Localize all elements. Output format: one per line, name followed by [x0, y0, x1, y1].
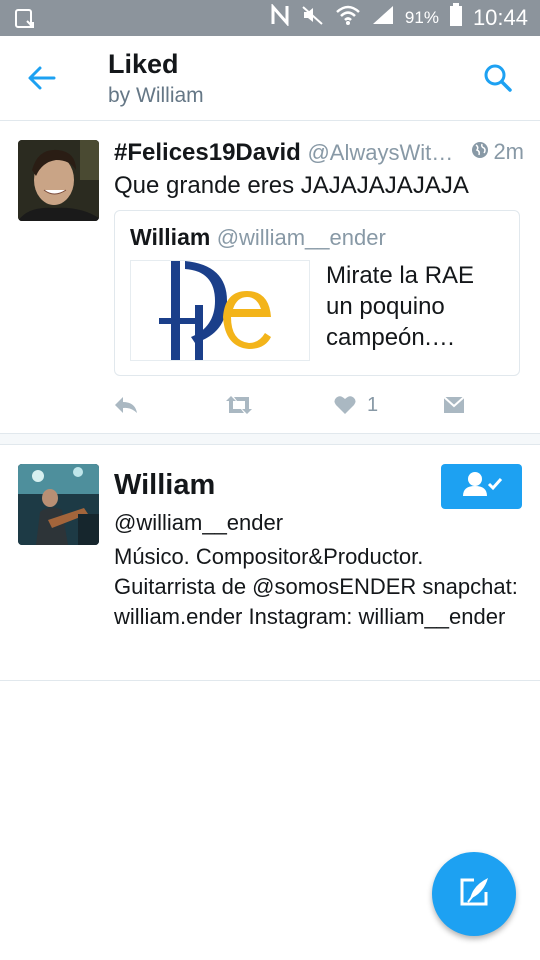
quoted-tweet-image[interactable] [130, 260, 310, 361]
download-notification-icon [14, 8, 36, 35]
status-bar: 91% 10:44 [0, 0, 540, 36]
section-divider [0, 434, 540, 445]
signal-icon [371, 4, 395, 32]
mute-icon [301, 4, 325, 32]
following-button[interactable] [441, 464, 522, 509]
tweet-author-name[interactable]: #Felices19David [114, 139, 301, 166]
user-name[interactable]: William [114, 469, 215, 502]
tweet-header: #Felices19David @AlwaysWit… 2m [114, 139, 524, 167]
nfc-icon [269, 3, 291, 32]
reply-icon[interactable] [113, 393, 139, 422]
tweet-actions [0, 393, 540, 423]
like-count: 1 [367, 394, 379, 416]
search-icon[interactable] [483, 63, 513, 98]
tweet-text: Que grande eres JAJAJAJAJAJA [114, 172, 469, 199]
wifi-icon [335, 4, 361, 32]
page-title: Liked [108, 49, 179, 79]
user-avatar[interactable] [18, 464, 99, 545]
person-check-icon [461, 470, 503, 503]
quoted-tweet-header: William @william__ender [130, 224, 386, 251]
tweet-avatar[interactable] [18, 140, 99, 221]
quoted-author-handle: @william__ender [216, 225, 386, 250]
user-card[interactable]: William @william__ender Músico. Composit… [0, 445, 540, 681]
globe-icon [471, 139, 489, 165]
quoted-tweet-text: Mirate la RAE un poquino campeón.… [326, 262, 475, 351]
compose-quill-icon [456, 874, 492, 915]
page-subtitle: by William [108, 84, 204, 107]
user-handle[interactable]: @william__ender [114, 510, 283, 536]
compose-tweet-button[interactable] [432, 852, 516, 936]
app-bar: Liked by William [0, 36, 540, 121]
battery-icon [449, 3, 463, 33]
tweet-author-handle[interactable]: @AlwaysWit… [307, 140, 453, 165]
clock: 10:44 [472, 5, 528, 30]
tweet-time: 2m [493, 139, 524, 164]
direct-message-icon[interactable] [442, 393, 466, 422]
tweet[interactable]: #Felices19David @AlwaysWit… 2m Que grand… [0, 121, 540, 434]
user-bio: Músico. Compositor&Productor. Guitarrist… [114, 544, 518, 629]
tweet-timestamp: 2m [471, 139, 524, 165]
quoted-tweet[interactable]: William @william__ender Mirate la RAE un… [114, 210, 520, 376]
battery-percent: 91% [404, 8, 439, 27]
back-arrow-icon[interactable] [26, 62, 58, 99]
retweet-icon[interactable] [224, 393, 254, 422]
like-heart-icon[interactable] [333, 393, 357, 422]
quoted-author-name: William [130, 224, 211, 250]
